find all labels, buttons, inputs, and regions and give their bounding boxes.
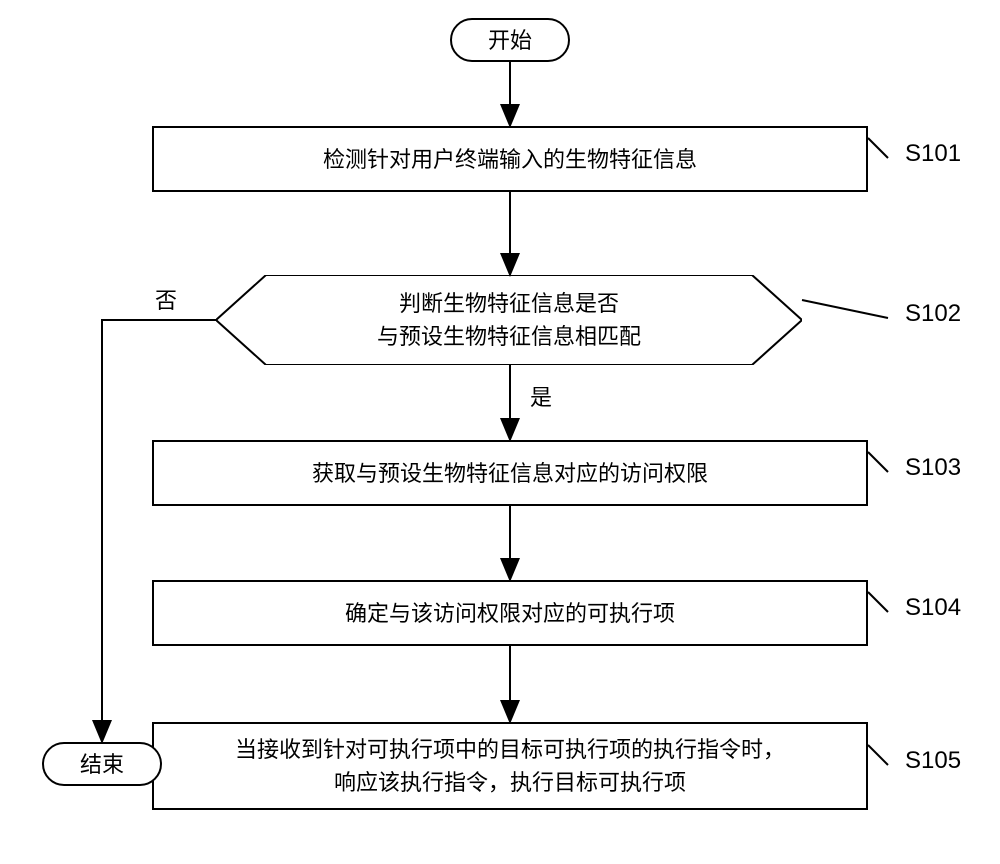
branch-no-label: 否	[155, 283, 177, 315]
step-label-s101: S101	[905, 140, 961, 168]
end-terminal: 结束	[42, 742, 162, 786]
process-s101-text: 检测针对用户终端输入的生物特征信息	[323, 143, 697, 176]
process-s105-text-line2: 响应该执行指令，执行目标可执行项	[334, 770, 686, 795]
decision-s102: 判断生物特征信息是否 与预设生物特征信息相匹配	[216, 275, 802, 365]
end-label: 结束	[80, 748, 124, 781]
step-label-s105: S105	[905, 747, 961, 775]
process-s103: 获取与预设生物特征信息对应的访问权限	[152, 440, 868, 506]
start-terminal: 开始	[450, 18, 570, 62]
step-label-s103: S103	[905, 454, 961, 482]
branch-yes-label: 是	[530, 380, 552, 412]
start-label: 开始	[488, 24, 532, 57]
process-s103-text: 获取与预设生物特征信息对应的访问权限	[312, 457, 708, 490]
process-s105-text-line1: 当接收到针对可执行项中的目标可执行项的执行指令时，	[235, 737, 785, 762]
step-label-s102: S102	[905, 300, 961, 328]
process-s105: 当接收到针对可执行项中的目标可执行项的执行指令时， 响应该执行指令，执行目标可执…	[152, 722, 868, 810]
process-s104: 确定与该访问权限对应的可执行项	[152, 580, 868, 646]
process-s104-text: 确定与该访问权限对应的可执行项	[345, 597, 675, 630]
decision-s102-text: 判断生物特征信息是否 与预设生物特征信息相匹配	[216, 275, 802, 365]
step-label-s104: S104	[905, 594, 961, 622]
process-s101: 检测针对用户终端输入的生物特征信息	[152, 126, 868, 192]
